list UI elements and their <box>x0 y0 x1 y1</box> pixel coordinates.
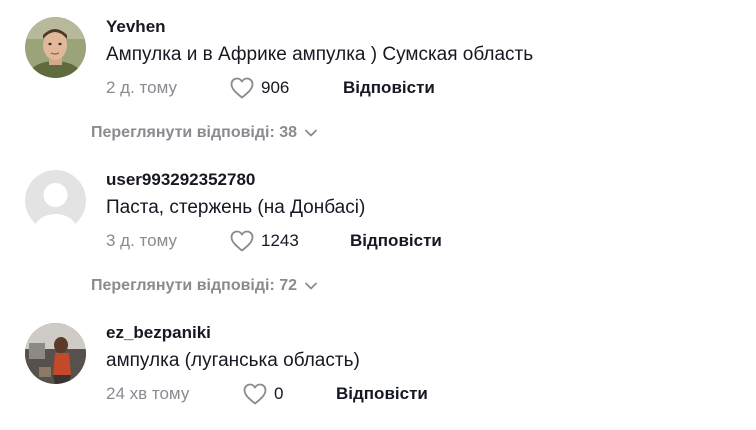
reply-button[interactable]: Відповісти <box>343 78 435 98</box>
heart-icon <box>230 230 254 252</box>
heart-icon <box>230 77 254 99</box>
comment-meta: 2 д. тому 906 Відповісти <box>106 76 726 100</box>
comment-body: user993292352780 Паста, стержень (на Дон… <box>106 170 726 253</box>
comment-text: Паста, стержень (на Донбасі) <box>106 197 366 218</box>
default-avatar-icon <box>25 170 86 231</box>
comment-time: 24 хв тому <box>106 384 190 403</box>
like-count: 1243 <box>261 231 299 250</box>
view-replies-button[interactable]: Переглянути відповіді: 72 <box>91 277 318 295</box>
username[interactable]: user993292352780 <box>106 170 726 190</box>
user-photo-avatar-icon <box>25 323 86 384</box>
view-replies-label: Переглянути відповіді: 72 <box>91 277 298 294</box>
comment-body: ez_bezpaniki ампулка (луганська область)… <box>106 323 726 406</box>
avatar[interactable] <box>25 17 86 78</box>
avatar[interactable] <box>25 170 86 231</box>
comment-text: Ампулка и в Африке ампулка ) Сумская обл… <box>106 44 534 65</box>
username[interactable]: Yevhen <box>106 17 726 37</box>
like-count: 0 <box>274 384 284 403</box>
chevron-down-icon <box>305 129 317 137</box>
like-count: 906 <box>261 78 290 97</box>
comment-time: 3 д. тому <box>106 231 177 250</box>
comment-body: Yevhen Ампулка и в Африке ампулка ) Сумс… <box>106 17 726 100</box>
reply-button[interactable]: Відповісти <box>350 231 442 251</box>
view-replies-label: Переглянути відповіді: 38 <box>91 124 298 141</box>
heart-icon <box>243 383 267 405</box>
like-button[interactable]: 906 <box>230 77 343 99</box>
comment-time: 2 д. тому <box>106 78 177 97</box>
username[interactable]: ez_bezpaniki <box>106 323 726 343</box>
user-photo-avatar-icon <box>25 17 86 78</box>
comment-meta: 3 д. тому 1243 Відповісти <box>106 229 726 253</box>
chevron-down-icon <box>305 282 317 290</box>
reply-button[interactable]: Відповісти <box>336 384 428 404</box>
comment-text: ампулка (луганська область) <box>106 350 360 371</box>
avatar[interactable] <box>25 323 86 384</box>
view-replies-button[interactable]: Переглянути відповіді: 38 <box>91 124 318 142</box>
like-button[interactable]: 1243 <box>230 230 350 252</box>
comment-meta: 24 хв тому 0 Відповісти <box>106 382 726 406</box>
like-button[interactable]: 0 <box>243 383 336 405</box>
